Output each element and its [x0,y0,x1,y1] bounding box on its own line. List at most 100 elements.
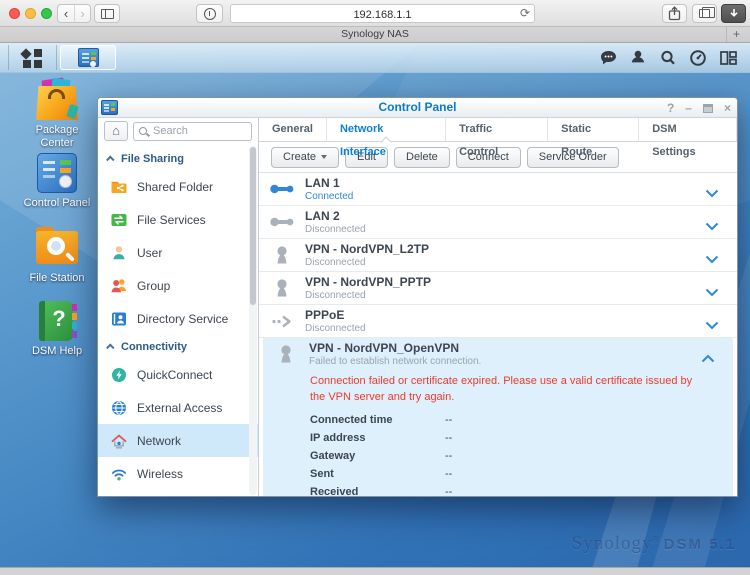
minimize-button[interactable]: – [685,98,692,118]
search-box [133,122,252,141]
interface-name: PPPoE [305,308,366,322]
home-button[interactable]: ⌂ [104,121,128,141]
taskbar-divider [56,45,57,70]
interface-row-vpn-l2tp[interactable]: VPN - NordVPN_L2TP Disconnected [259,239,737,272]
chevron-up-icon [106,155,114,163]
chevron-down-icon[interactable] [705,185,719,203]
browser-tab-bar: Synology NAS + [0,27,750,43]
tab-overview-button[interactable] [692,4,717,23]
search-input[interactable] [153,123,248,140]
sidebar-item-external-access[interactable]: External Access [98,391,258,424]
browser-toolbar: ‹ › ⟳ [0,0,750,27]
interface-name: VPN - NordVPN_PPTP [305,275,431,289]
tab-dsm-settings[interactable]: DSM Settings [639,118,737,141]
back-button[interactable]: ‹ [58,5,74,22]
sidebar-item-wireless[interactable]: Wireless [98,457,258,490]
pilot-view-button[interactable] [688,48,708,68]
sidebar-item-file-services[interactable]: File Services [98,203,258,236]
window-title: Control Panel [98,98,737,117]
tab-traffic-control[interactable]: Traffic Control [446,118,548,141]
chevron-down-icon[interactable] [705,284,719,302]
chevron-down-icon[interactable] [705,251,719,269]
directory-service-icon [110,310,128,328]
traffic-light-close-button[interactable] [9,8,20,19]
address-bar: ⟳ [230,4,535,23]
detail-row: IP address -- [263,429,733,447]
reload-button[interactable]: ⟳ [520,6,530,20]
traffic-light-minimize-button[interactable] [25,8,36,19]
section-header-file-sharing[interactable]: File Sharing [98,147,258,170]
taskbar-divider [8,45,9,70]
detail-row: Sent -- [263,465,733,483]
share-icon [668,6,681,21]
search-button[interactable] [658,48,678,68]
vpn-keyhole-icon [259,278,305,299]
tab-general[interactable]: General [259,118,327,141]
sidebar-item-shared-folder[interactable]: Shared Folder [98,170,258,203]
sidebar-item-security[interactable]: Security [98,490,258,497]
chevron-down-icon[interactable] [705,218,719,236]
onepassword-icon [204,8,216,20]
tab-network-interface[interactable]: Network Interface [327,118,446,141]
chevron-down-icon[interactable] [705,317,719,335]
interface-status: Disconnected [305,323,366,334]
detail-label: Gateway [310,450,445,462]
sidebar-item-network[interactable]: Network [98,424,258,457]
sidebar-item-group[interactable]: Group [98,269,258,302]
forward-button[interactable]: › [74,5,90,22]
maximize-button[interactable] [703,104,713,113]
desktop-icon-label: File Station [19,272,95,285]
dsm-desktop: Package Center Control Panel File Statio… [0,43,750,567]
sidebar-item-quickconnect[interactable]: QuickConnect [98,358,258,391]
sidebar-scrollbar-thumb[interactable] [250,147,256,305]
help-button[interactable]: ? [667,98,674,118]
interface-row-vpn-pptp[interactable]: VPN - NordVPN_PPTP Disconnected [259,272,737,305]
close-button[interactable]: × [724,98,731,118]
notifications-button[interactable] [598,48,618,68]
share-button[interactable] [662,4,687,23]
desktop-icon-control-panel[interactable]: Control Panel [19,152,95,210]
traffic-light-zoom-button[interactable] [41,8,52,19]
sidebar-top: ⌂ [98,118,258,143]
desktop-icon-dsm-help[interactable]: ? DSM Help [19,300,95,358]
downloads-button[interactable] [721,4,746,23]
chevron-up-icon[interactable] [701,350,715,368]
main-menu-icon [20,48,31,59]
url-input[interactable] [231,7,534,24]
detail-value: -- [445,450,452,462]
user-options-button[interactable] [628,48,648,68]
new-tab-button[interactable]: + [726,27,746,42]
sidebar-item-user[interactable]: User [98,236,258,269]
tab-static-route[interactable]: Static Route [548,118,639,141]
delete-button[interactable]: Delete [394,147,450,168]
expanded-row-header[interactable]: VPN - NordVPN_OpenVPN Failed to establis… [263,338,733,370]
create-button[interactable]: Create [271,147,339,168]
sidebar-item-directory-service[interactable]: Directory Service [98,302,258,335]
taskbar-control-panel-button[interactable] [60,45,116,70]
widgets-button[interactable] [718,48,738,68]
sidebar-scrollbar [249,146,257,495]
interface-row-pppoe[interactable]: PPPoE Disconnected [259,305,737,338]
control-panel-taskbar-icon [78,48,99,67]
desktop-icon-file-station[interactable]: File Station [19,227,95,285]
chat-bubble-icon [599,49,618,67]
detail-row: Received -- [263,483,733,497]
interface-row-lan2[interactable]: LAN 2 Disconnected [259,206,737,239]
interface-name: VPN - NordVPN_L2TP [305,242,429,256]
desktop-icon-package-center[interactable]: Package Center [19,79,95,150]
window-body: ⌂ File Sharing [98,118,737,497]
section-header-connectivity[interactable]: Connectivity [98,335,258,358]
detail-value: -- [445,468,452,480]
dropdown-caret-icon [321,155,327,159]
interface-name: VPN - NordVPN_OpenVPN [309,341,481,355]
vpn-keyhole-icon [259,245,305,266]
main-menu-button[interactable] [10,44,54,71]
sidebar-toggle-button[interactable] [94,4,120,23]
shared-folder-icon [110,178,128,196]
browser-tab[interactable]: Synology NAS [0,28,750,40]
interface-name: LAN 1 [305,176,353,190]
window-titlebar[interactable]: Control Panel ? – × [98,98,737,118]
interface-status: Disconnected [305,290,431,301]
onepassword-extension-button[interactable] [196,4,223,23]
interface-row-lan1[interactable]: LAN 1 Connected [259,173,737,206]
